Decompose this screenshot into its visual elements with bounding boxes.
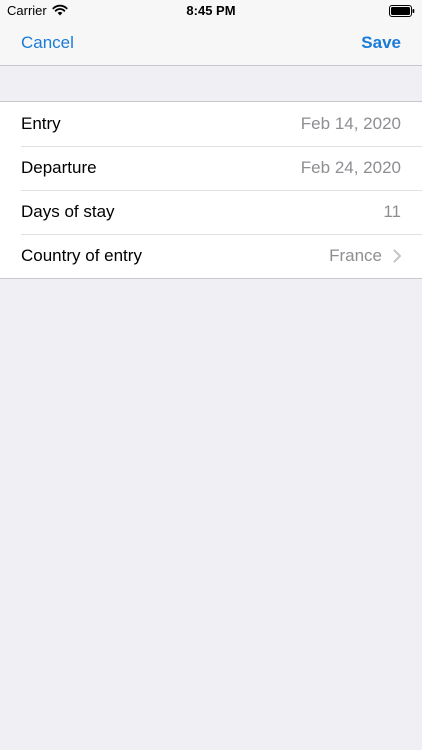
- country-of-entry-row[interactable]: Country of entry France: [0, 234, 422, 278]
- entry-label: Entry: [21, 114, 61, 133]
- chevron-right-icon: [393, 249, 401, 263]
- days-of-stay-row: Days of stay 11: [0, 190, 422, 234]
- battery-icon: [389, 5, 415, 17]
- country-of-entry-label: Country of entry: [21, 246, 142, 265]
- departure-row[interactable]: Departure Feb 24, 2020: [0, 146, 422, 190]
- country-of-entry-value: France: [329, 246, 382, 265]
- days-of-stay-label: Days of stay: [21, 202, 115, 221]
- entry-row[interactable]: Entry Feb 14, 2020: [0, 102, 422, 146]
- days-of-stay-value: 11: [383, 202, 401, 221]
- departure-label: Departure: [21, 158, 97, 177]
- stay-details-group: Entry Feb 14, 2020 Departure Feb 24, 202…: [0, 101, 422, 279]
- clock: 8:45 PM: [186, 3, 236, 18]
- cancel-button[interactable]: Cancel: [21, 33, 74, 53]
- departure-date-value: Feb 24, 2020: [300, 158, 401, 177]
- status-bar: Carrier 8:45 PM: [0, 0, 422, 22]
- navigation-bar: Cancel Save: [0, 22, 422, 66]
- entry-date-value: Feb 14, 2020: [300, 114, 401, 133]
- save-button[interactable]: Save: [361, 33, 401, 53]
